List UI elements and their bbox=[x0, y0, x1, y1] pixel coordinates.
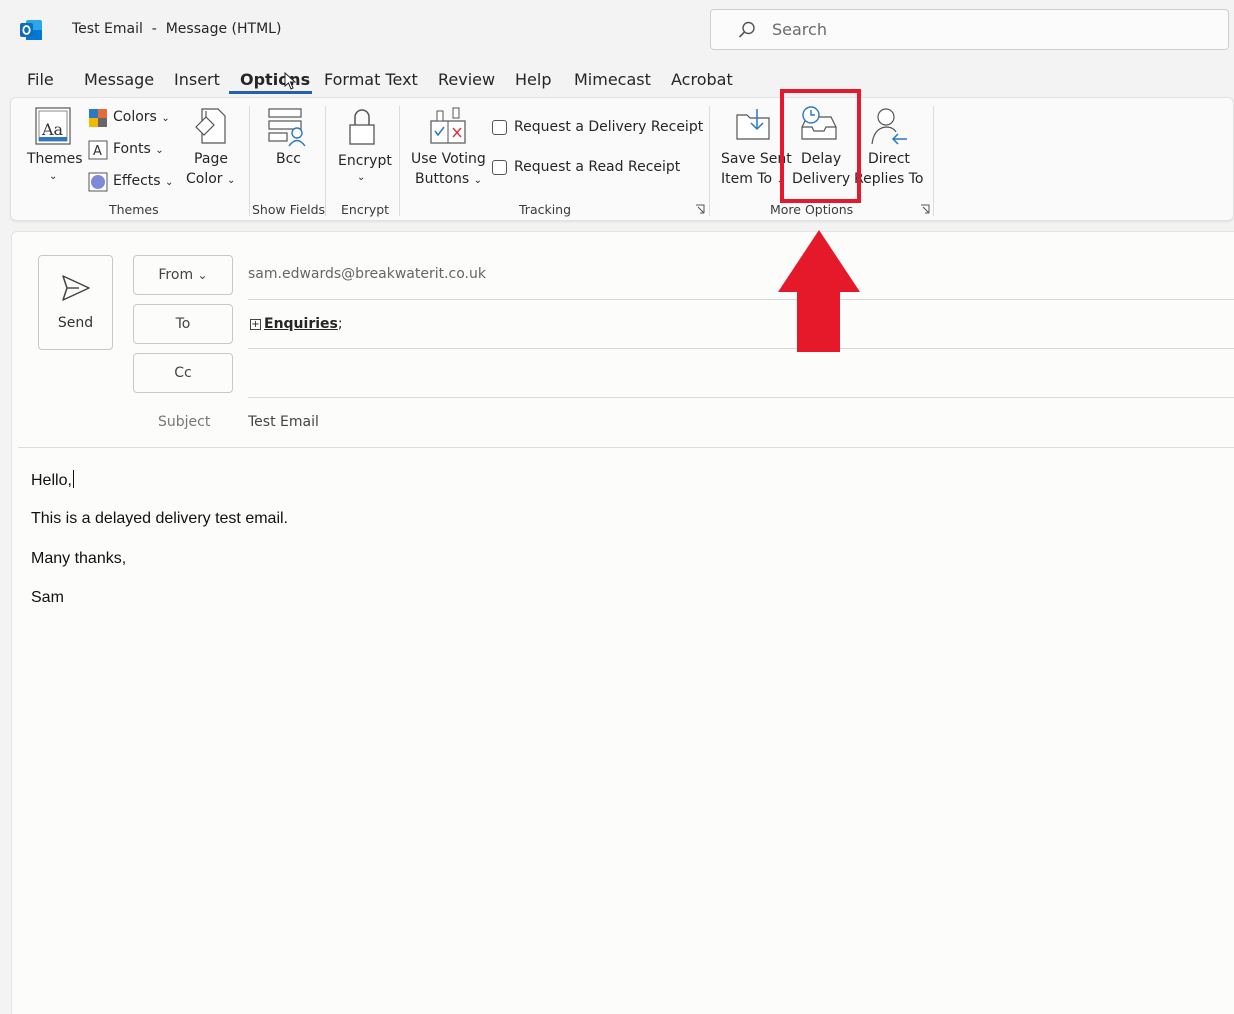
highlight-box bbox=[780, 89, 861, 203]
tab-review[interactable]: Review bbox=[438, 70, 495, 89]
subject-input[interactable]: Test Email bbox=[248, 414, 319, 430]
bcc-label: Bcc bbox=[276, 151, 301, 167]
ribbon-separator bbox=[399, 106, 400, 216]
to-button[interactable]: To bbox=[133, 304, 233, 344]
tab-mimecast[interactable]: Mimecast bbox=[574, 70, 651, 89]
ribbon-separator bbox=[709, 106, 710, 216]
search-input[interactable]: Search bbox=[710, 9, 1229, 50]
colors-button[interactable] bbox=[88, 108, 108, 128]
from-button[interactable]: From ⌄ bbox=[133, 255, 233, 295]
tab-options[interactable]: Options bbox=[240, 70, 310, 89]
lock-icon bbox=[347, 107, 377, 147]
read-receipt-checkbox[interactable] bbox=[492, 160, 507, 175]
header-divider bbox=[18, 447, 1234, 448]
chevron-down-icon: ⌄ bbox=[197, 268, 208, 282]
body-line[interactable]: Many thanks, bbox=[31, 550, 126, 568]
tracking-group-label: Tracking bbox=[519, 202, 572, 217]
save-sent-label-2: Item To ⌄ bbox=[721, 171, 785, 187]
tab-file[interactable]: File bbox=[27, 70, 54, 89]
body-line[interactable]: This is a delayed delivery test email. bbox=[31, 510, 288, 528]
ribbon-separator bbox=[249, 106, 250, 216]
tab-help[interactable]: Help bbox=[515, 70, 551, 89]
window-title: Test Email - Message (HTML) bbox=[72, 21, 282, 37]
save-sent-icon bbox=[735, 107, 773, 143]
tab-format-text[interactable]: Format Text bbox=[324, 70, 418, 89]
mouse-pointer-icon bbox=[284, 72, 296, 90]
show-fields-group-label: Show Fields bbox=[252, 202, 326, 217]
delivery-receipt-label[interactable]: Request a Delivery Receipt bbox=[514, 119, 703, 135]
tab-message[interactable]: Message bbox=[84, 70, 154, 89]
compose-area: Send From ⌄ sam.edwards@breakwaterit.co.… bbox=[11, 231, 1234, 1014]
themes-icon: Aa bbox=[35, 107, 73, 147]
svg-text:Aa: Aa bbox=[41, 120, 64, 139]
fonts-icon: A bbox=[88, 140, 108, 160]
svg-text:A: A bbox=[93, 144, 102, 159]
recipient-separator: ; bbox=[337, 316, 343, 332]
page-color-label-1: Page bbox=[194, 151, 228, 167]
effects-button[interactable]: Effects ⌄ bbox=[113, 173, 173, 189]
encrypt-dropdown-icon: ⌄ bbox=[357, 172, 366, 183]
encrypt-group-label: Encrypt bbox=[341, 202, 390, 217]
red-arrow-icon bbox=[776, 228, 862, 354]
field-divider bbox=[248, 397, 1234, 398]
to-field[interactable]: + Enquiries; bbox=[250, 316, 343, 332]
bcc-icon bbox=[267, 107, 307, 147]
voting-label-2: Buttons ⌄ bbox=[415, 171, 483, 187]
send-label: Send bbox=[57, 315, 94, 331]
expand-group-icon[interactable]: + bbox=[250, 319, 261, 330]
encrypt-label: Encrypt bbox=[338, 153, 392, 169]
field-divider bbox=[248, 348, 1234, 349]
page-color-label-2: Color ⌄ bbox=[186, 171, 236, 187]
more-options-launcher-icon[interactable] bbox=[920, 204, 930, 214]
ribbon-separator bbox=[933, 106, 934, 216]
title-bar: Test Email - Message (HTML) Search bbox=[0, 0, 1234, 60]
read-receipt-label[interactable]: Request a Read Receipt bbox=[514, 159, 680, 175]
voting-icon bbox=[429, 107, 467, 145]
fonts-button[interactable]: Fonts ⌄ bbox=[113, 141, 164, 157]
recipient-enquiries[interactable]: Enquiries bbox=[264, 316, 338, 332]
menu-bar: File Message Insert Options Format Text … bbox=[0, 62, 1234, 96]
active-tab-indicator bbox=[229, 91, 312, 94]
more-options-group-label: More Options bbox=[770, 202, 854, 217]
send-button[interactable]: Send bbox=[38, 255, 113, 350]
tracking-launcher-icon[interactable] bbox=[695, 204, 705, 214]
direct-replies-icon bbox=[869, 106, 909, 146]
effects-icon bbox=[88, 172, 108, 192]
ribbon-separator bbox=[325, 106, 326, 216]
cc-button[interactable]: Cc bbox=[133, 353, 233, 393]
search-placeholder: Search bbox=[772, 20, 827, 39]
themes-label: Themes bbox=[27, 151, 83, 167]
tab-acrobat[interactable]: Acrobat bbox=[671, 70, 733, 89]
text-cursor bbox=[72, 470, 74, 488]
themes-dropdown-icon: ⌄ bbox=[49, 171, 58, 182]
colors-label[interactable]: Colors ⌄ bbox=[113, 109, 170, 125]
colors-icon bbox=[89, 109, 107, 127]
ribbon: Aa Themes ⌄ Colors ⌄ A Fonts ⌄ Effects ⌄ bbox=[10, 97, 1234, 221]
direct-replies-label-2: Replies To bbox=[854, 171, 924, 187]
voting-label-1: Use Voting bbox=[411, 151, 486, 167]
body-line[interactable]: Hello, bbox=[31, 470, 74, 490]
outlook-logo-icon bbox=[20, 20, 42, 40]
search-icon bbox=[737, 20, 757, 40]
subject-label: Subject bbox=[158, 414, 211, 430]
send-icon bbox=[61, 274, 91, 302]
page-color-icon bbox=[194, 107, 228, 147]
tab-insert[interactable]: Insert bbox=[174, 70, 220, 89]
field-divider bbox=[248, 299, 1234, 300]
themes-group-label: Themes bbox=[109, 202, 159, 217]
direct-replies-label-1: Direct bbox=[868, 151, 910, 167]
from-value: sam.edwards@breakwaterit.co.uk bbox=[248, 266, 486, 282]
body-line[interactable]: Sam bbox=[31, 589, 64, 607]
delivery-receipt-checkbox[interactable] bbox=[492, 120, 507, 135]
